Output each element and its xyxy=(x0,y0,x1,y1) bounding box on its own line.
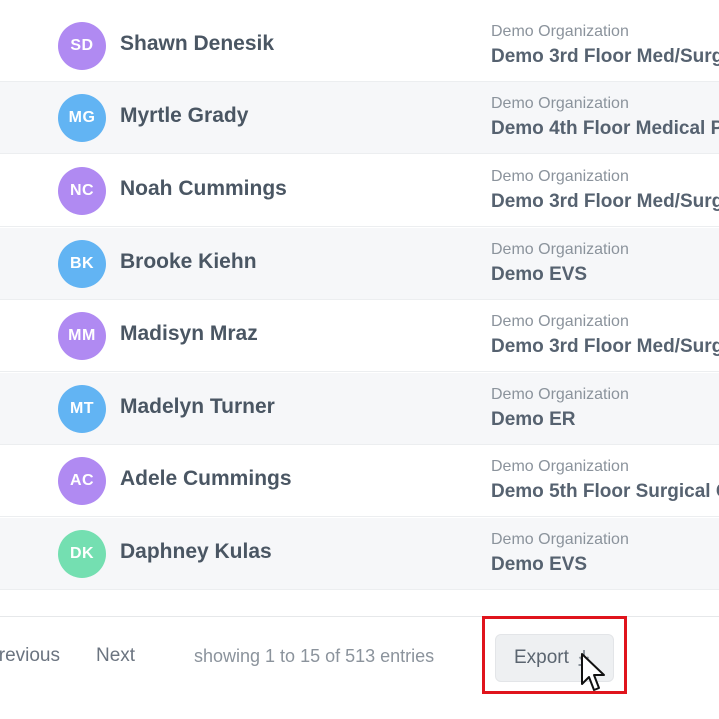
organization-label: Demo Organization xyxy=(491,95,629,112)
table-row[interactable]: AC Adele Cummings Demo Organization Demo… xyxy=(0,445,719,517)
table-row[interactable]: SD Shawn Denesik Demo Organization Demo … xyxy=(0,10,719,82)
table-row[interactable]: MM Madisyn Mraz Demo Organization Demo 3… xyxy=(0,300,719,372)
department-name: Demo 3rd Floor Med/Surg xyxy=(491,46,719,67)
avatar: SD xyxy=(58,22,106,70)
organization-label: Demo Organization xyxy=(491,313,629,330)
user-name[interactable]: Brooke Kiehn xyxy=(120,250,257,274)
organization-label: Demo Organization xyxy=(491,241,629,258)
avatar: DK xyxy=(58,530,106,578)
avatar: MG xyxy=(58,94,106,142)
table-footer: Previous Next showing 1 to 15 of 513 ent… xyxy=(0,616,719,719)
next-page-button[interactable]: Next xyxy=(96,645,135,667)
user-name[interactable]: Daphney Kulas xyxy=(120,540,272,564)
department-name: Demo EVS xyxy=(491,554,588,575)
avatar: AC xyxy=(58,457,106,505)
department-name: Demo 5th Floor Surgical C xyxy=(491,481,719,502)
organization-label: Demo Organization xyxy=(491,23,629,40)
department-name: Demo 4th Floor Medical P xyxy=(491,118,719,139)
department-name: Demo EVS xyxy=(491,264,588,285)
department-name: Demo 3rd Floor Med/Surg xyxy=(491,191,719,212)
organization-label: Demo Organization xyxy=(491,168,629,185)
download-icon xyxy=(578,650,590,666)
user-name[interactable]: Myrtle Grady xyxy=(120,104,248,128)
avatar: BK xyxy=(58,240,106,288)
table-row[interactable]: DK Daphney Kulas Demo Organization Demo … xyxy=(0,518,719,590)
entries-count: showing 1 to 15 of 513 entries xyxy=(194,646,435,666)
table-row[interactable]: BK Brooke Kiehn Demo Organization Demo E… xyxy=(0,228,719,300)
user-name[interactable]: Madelyn Turner xyxy=(120,395,275,419)
department-name: Demo 3rd Floor Med/Surg xyxy=(491,336,719,357)
user-name[interactable]: Noah Cummings xyxy=(120,177,287,201)
users-table: SD Shawn Denesik Demo Organization Demo … xyxy=(0,0,719,592)
export-label: Export xyxy=(514,647,569,668)
avatar: MM xyxy=(58,312,106,360)
user-name[interactable]: Madisyn Mraz xyxy=(120,322,258,346)
user-name[interactable]: Adele Cummings xyxy=(120,467,292,491)
department-name: Demo ER xyxy=(491,409,576,430)
organization-label: Demo Organization xyxy=(491,386,629,403)
export-button[interactable]: Export xyxy=(495,634,614,682)
user-name[interactable]: Shawn Denesik xyxy=(120,32,274,56)
table-row[interactable]: MT Madelyn Turner Demo Organization Demo… xyxy=(0,373,719,445)
table-row[interactable]: MG Myrtle Grady Demo Organization Demo 4… xyxy=(0,82,719,154)
previous-page-button[interactable]: Previous xyxy=(0,645,60,667)
table-row[interactable]: NC Noah Cummings Demo Organization Demo … xyxy=(0,155,719,227)
avatar: NC xyxy=(58,167,106,215)
avatar: MT xyxy=(58,385,106,433)
organization-label: Demo Organization xyxy=(491,458,629,475)
organization-label: Demo Organization xyxy=(491,531,629,548)
